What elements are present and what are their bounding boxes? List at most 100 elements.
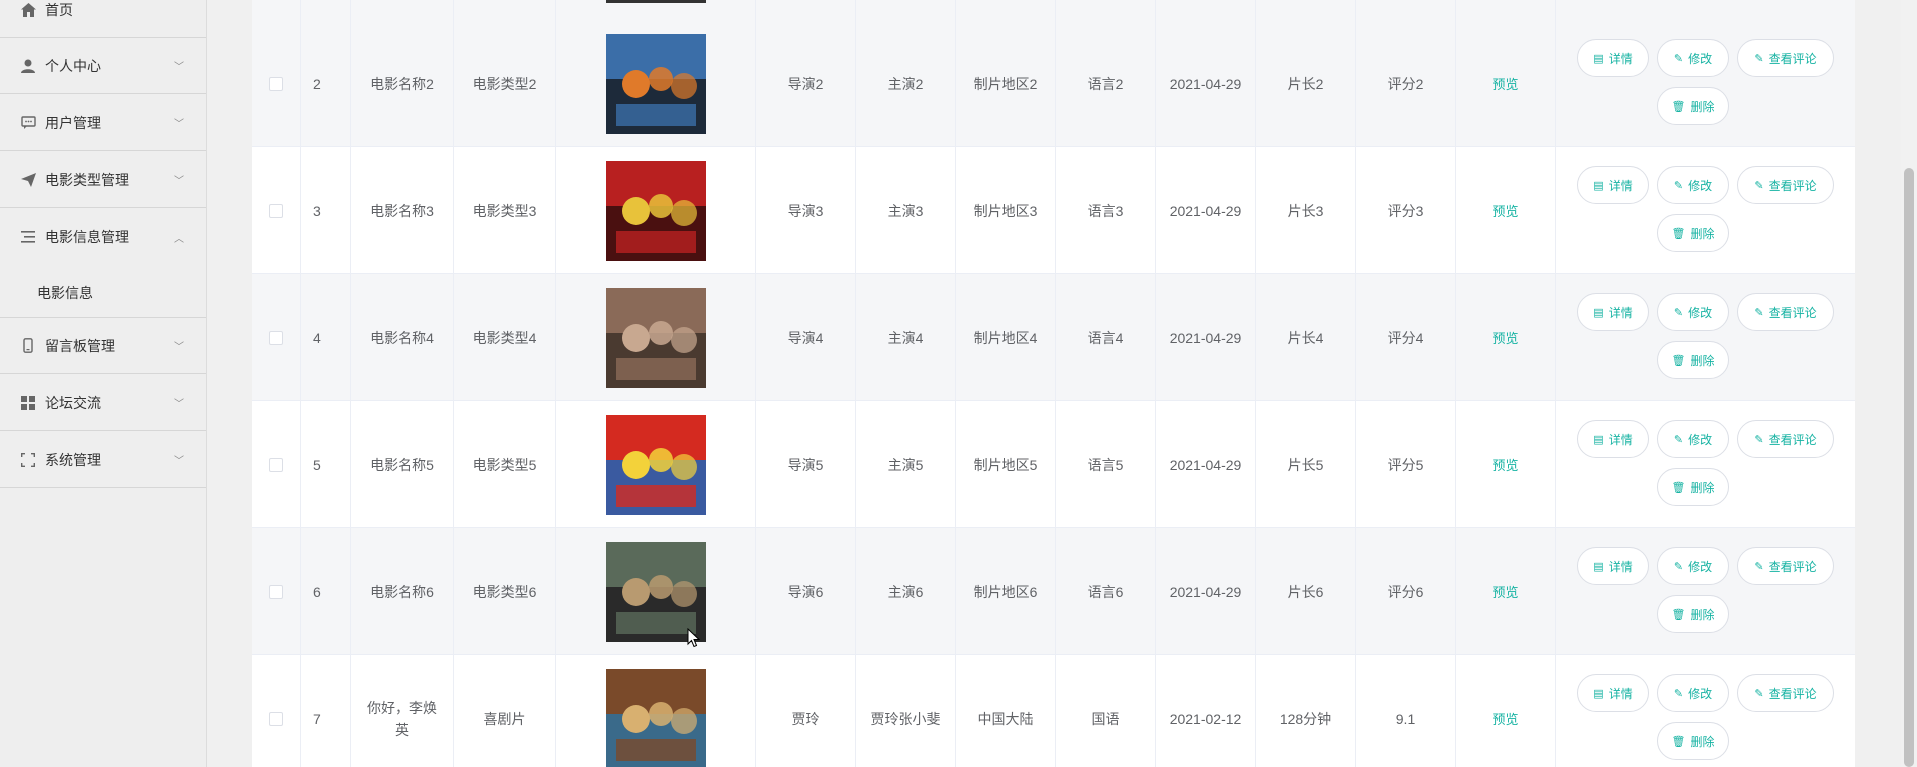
edit-button[interactable]: ✎ 修改 xyxy=(1657,293,1729,331)
cell-date-text: 2021-04-29 xyxy=(1169,456,1242,473)
chevron-down-icon: ﹀ xyxy=(174,119,184,130)
row-checkbox[interactable] xyxy=(269,584,283,599)
sidebar-item-personal[interactable]: 个人中心 ﹀ xyxy=(0,38,206,94)
detail-button[interactable]: ▤ 详情 xyxy=(1577,547,1649,585)
preview-link[interactable]: 预览 xyxy=(1492,709,1518,728)
edit-button[interactable]: ✎ 修改 xyxy=(1657,547,1729,585)
cell-language-text: 语言6 xyxy=(1087,583,1124,600)
edit-button[interactable]: ✎ 修改 xyxy=(1657,420,1729,458)
detail-button[interactable]: ▤ 详情 xyxy=(1577,293,1649,331)
comments-button-label: 查看评论 xyxy=(1768,178,1817,193)
preview-link[interactable]: 预览 xyxy=(1492,582,1518,601)
row-checkbox[interactable] xyxy=(269,457,283,472)
delete-button[interactable]: 🗑 删除 xyxy=(1657,87,1729,125)
sidebar-item-label: 用户管理 xyxy=(45,114,101,131)
comments-button[interactable]: ✎ 查看评论 xyxy=(1737,293,1834,331)
cell-language-text: 语言4 xyxy=(1087,329,1124,346)
cell-rating: 评分5 xyxy=(1356,401,1456,528)
movie-poster-image[interactable] xyxy=(605,668,706,767)
cell-rating: 9.1 xyxy=(1356,655,1456,767)
cell-date-text: 2021-04-29 xyxy=(1169,583,1242,600)
comments-button[interactable]: ✎ 查看评论 xyxy=(1737,39,1834,77)
cell-name: 电影名称3 xyxy=(351,147,454,274)
delete-button[interactable]: 🗑 删除 xyxy=(1657,341,1729,379)
preview-link[interactable]: 预览 xyxy=(1492,328,1518,347)
edit-button-label: 修改 xyxy=(1688,559,1713,574)
sidebar-item-message-board[interactable]: 留言板管理 ﹀ xyxy=(0,318,206,374)
preview-link[interactable]: 预览 xyxy=(1492,201,1518,220)
sidebar-item-users[interactable]: 用户管理 ﹀ xyxy=(0,95,206,151)
delete-button-label: 删除 xyxy=(1690,607,1715,622)
movie-poster-image[interactable] xyxy=(605,160,706,261)
grid-icon xyxy=(20,395,36,411)
cell-region-text: 制片地区6 xyxy=(973,583,1038,600)
document-icon: ▤ xyxy=(1593,52,1604,65)
delete-button-label: 删除 xyxy=(1690,353,1715,368)
movie-poster-image[interactable] xyxy=(605,414,706,515)
cell-director-text: 导演6 xyxy=(787,583,824,600)
cell-poster xyxy=(556,274,756,401)
table-row: 3 电影名称3 电影类型3 导演3 主演3 制片地区3 语言3 2021-04-29 片长3 评分… xyxy=(252,147,1855,274)
movie-poster-image[interactable] xyxy=(605,33,706,134)
cell-duration: 片长5 xyxy=(1256,401,1356,528)
cell-region: 制片地区6 xyxy=(956,528,1056,655)
sidebar-item-home[interactable]: 首页 xyxy=(0,0,206,38)
cell-rating: 评分2 xyxy=(1356,20,1456,147)
cell-id: 6 xyxy=(301,528,351,655)
delete-button[interactable]: 🗑 删除 xyxy=(1657,468,1729,506)
edit-button-label: 修改 xyxy=(1688,686,1713,701)
row-checkbox[interactable] xyxy=(269,711,283,726)
edit-button[interactable]: ✎ 修改 xyxy=(1657,674,1729,712)
cell-name: 你好，李焕英 xyxy=(351,655,454,767)
sidebar-item-label: 系统管理 xyxy=(45,451,101,468)
delete-button[interactable]: 🗑 删除 xyxy=(1657,595,1729,633)
detail-button[interactable]: ▤ 详情 xyxy=(1577,674,1649,712)
delete-button[interactable]: 🗑 删除 xyxy=(1657,722,1729,760)
cell-language-text: 语言2 xyxy=(1087,75,1124,92)
scrollbar[interactable] xyxy=(1901,0,1917,767)
edit-button[interactable]: ✎ 修改 xyxy=(1657,166,1729,204)
cell-rating-text: 评分4 xyxy=(1387,329,1424,346)
scrollbar-thumb[interactable] xyxy=(1904,168,1914,767)
comments-button[interactable]: ✎ 查看评论 xyxy=(1737,166,1834,204)
comments-button[interactable]: ✎ 查看评论 xyxy=(1737,547,1834,585)
row-checkbox[interactable] xyxy=(269,203,283,218)
movie-poster-image[interactable] xyxy=(605,287,706,388)
cell-rating-text: 评分6 xyxy=(1387,583,1424,600)
row-checkbox[interactable] xyxy=(269,76,283,91)
edit-icon: ✎ xyxy=(1754,687,1764,700)
edit-icon: ✎ xyxy=(1673,560,1684,573)
cell-director: 导演4 xyxy=(756,274,856,401)
cell-preview: 预览 xyxy=(1456,147,1556,274)
detail-button[interactable]: ▤ 详情 xyxy=(1577,39,1649,77)
comments-button[interactable]: ✎ 查看评论 xyxy=(1737,674,1834,712)
table-row: 4 电影名称4 电影类型4 导演4 主演4 制片地区4 语言4 2021-04-29 片长4 评分… xyxy=(252,274,1855,401)
cell-id-text: 6 xyxy=(313,583,321,600)
preview-link[interactable]: 预览 xyxy=(1492,74,1518,93)
cell-type: 电影类型4 xyxy=(454,274,556,401)
delete-button[interactable]: 🗑 删除 xyxy=(1657,214,1729,252)
edit-button[interactable]: ✎ 修改 xyxy=(1657,39,1729,77)
row-checkbox[interactable] xyxy=(269,330,283,345)
movie-poster-image[interactable] xyxy=(605,541,706,642)
sidebar-item-movie-info[interactable]: 电影信息管理 ︿ xyxy=(0,209,206,265)
sidebar-subitem-movie-info[interactable]: 电影信息 xyxy=(0,268,206,318)
cell-select xyxy=(252,655,301,767)
cell-region-text: 制片地区3 xyxy=(973,202,1038,219)
comments-button[interactable]: ✎ 查看评论 xyxy=(1737,420,1834,458)
trash-icon: 🗑 xyxy=(1671,227,1686,240)
detail-button[interactable]: ▤ 详情 xyxy=(1577,420,1649,458)
detail-button[interactable]: ▤ 详情 xyxy=(1577,166,1649,204)
cell-actions: ▤ 详情 ✎ 修改 ✎ 查看评论 🗑 删除 xyxy=(1556,401,1855,528)
detail-button-label: 详情 xyxy=(1608,305,1633,320)
cell-date-text: 2021-04-29 xyxy=(1169,75,1242,92)
detail-button-label: 详情 xyxy=(1608,178,1633,193)
sidebar-item-system[interactable]: 系统管理 ﹀ xyxy=(0,432,206,488)
cell-type-text: 电影类型5 xyxy=(472,456,537,473)
cell-name: 电影名称2 xyxy=(351,20,454,147)
chevron-up-icon: ︿ xyxy=(174,233,184,245)
sidebar-item-forum[interactable]: 论坛交流 ﹀ xyxy=(0,375,206,431)
preview-link[interactable]: 预览 xyxy=(1492,455,1518,474)
sidebar-item-movie-types[interactable]: 电影类型管理 ﹀ xyxy=(0,152,206,208)
cell-date: 2021-04-29 xyxy=(1156,274,1256,401)
